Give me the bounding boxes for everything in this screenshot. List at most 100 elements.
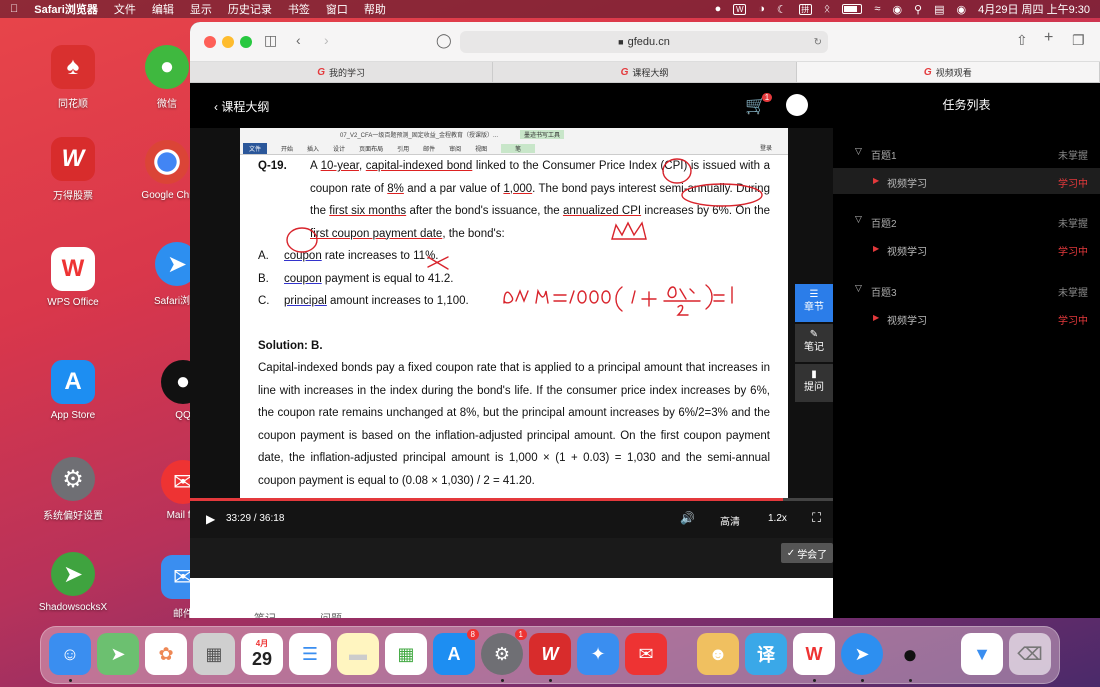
task-item-1[interactable]: ▶ 视频学习 学习中 xyxy=(833,168,1100,194)
word-doc-title: 07_V2_CFA一级百题预测_固定收益_金程教育（授课版）... xyxy=(340,133,499,139)
dock-downloads[interactable]: ▼ xyxy=(961,633,1003,675)
back-icon[interactable]: ‹ xyxy=(296,32,301,48)
clock-status-icon[interactable]: ◑ xyxy=(758,3,765,15)
sidebar-toggle-icon[interactable]: ◫ xyxy=(264,32,277,49)
minimize-window-button[interactable] xyxy=(222,36,234,48)
progress-bar[interactable] xyxy=(190,498,833,501)
dock-wind[interactable]: W xyxy=(529,633,571,675)
wps-icon: W xyxy=(805,643,823,664)
task-section-1[interactable]: ▽ 百题1 未掌握 xyxy=(833,140,1100,166)
menu-datetime[interactable]: 4月29日 周四 上午9:30 xyxy=(978,1,1090,17)
close-window-button[interactable] xyxy=(204,36,216,48)
fullscreen-icon[interactable]: ⛶ xyxy=(812,510,821,526)
dock-numbers[interactable]: ▦ xyxy=(385,633,427,675)
solution-label: Solution: B. xyxy=(258,339,323,352)
dock-maps[interactable]: ➤ xyxy=(97,633,139,675)
menu-window[interactable]: 窗口 xyxy=(326,1,348,17)
tab-video-watch[interactable]: G 视频观看 xyxy=(796,62,1100,82)
siri-icon[interactable]: ◉ xyxy=(957,3,967,16)
tab-my-learning[interactable]: G 我的学习 xyxy=(190,62,494,82)
desktop-icon-wind[interactable]: W 万得股票 xyxy=(33,137,113,202)
lock-icon: ■ xyxy=(618,37,624,47)
notes-button[interactable]: ✎ 笔记 xyxy=(795,324,833,362)
wps-icon: W xyxy=(51,247,95,291)
speed-button[interactable]: 1.2x xyxy=(768,513,787,524)
moon-icon[interactable]: ☾ xyxy=(777,3,787,16)
dock-qq[interactable]: ● xyxy=(889,633,931,675)
dock-calendar[interactable]: 4月 29 xyxy=(241,633,283,675)
running-indicator xyxy=(861,679,864,682)
dock-trash[interactable]: ⌫ xyxy=(1009,633,1051,675)
task-section-3[interactable]: ▽ 百题3 未掌握 xyxy=(833,277,1100,303)
task-item-3[interactable]: ▶ 视频学习 学习中 xyxy=(833,305,1100,331)
dock-characters[interactable]: ☻ xyxy=(697,633,739,675)
dock-launchpad[interactable]: ▦ xyxy=(193,633,235,675)
dock-mail[interactable]: ✉ xyxy=(625,633,667,675)
quality-button[interactable]: 高清 xyxy=(720,513,740,528)
option-a: A. coupon rate increases to 11%. xyxy=(258,250,439,262)
cart-icon[interactable]: 🛒 1 xyxy=(745,93,773,116)
dock-wps[interactable]: W xyxy=(793,633,835,675)
address-bar[interactable]: ■ gfedu.cn ↻ xyxy=(460,31,828,53)
input-method-icon[interactable]: 拼 xyxy=(798,3,812,15)
desktop-icon-tonghuashun[interactable]: ♠ 同花顺 xyxy=(33,45,113,110)
menu-app-name[interactable]: Safari浏览器 xyxy=(34,1,98,17)
dock-settings[interactable]: ⚙ 1 xyxy=(481,629,527,675)
option-b: B. coupon payment is equal to 41.2. xyxy=(258,272,454,285)
question-content: Q-19. A 10-year, capital-indexed bond li… xyxy=(240,155,788,492)
play-icon[interactable]: ▶ xyxy=(206,512,215,526)
forward-icon[interactable]: › xyxy=(324,32,329,48)
desktop-icon-wps[interactable]: W WPS Office xyxy=(33,247,113,308)
back-to-outline-link[interactable]: ‹ 课程大纲 xyxy=(214,98,269,115)
zoom-window-button[interactable] xyxy=(240,36,252,48)
menu-bookmarks[interactable]: 书签 xyxy=(288,1,310,17)
task-section-2[interactable]: ▽ 百题2 未掌握 xyxy=(833,208,1100,234)
app-store-icon: A xyxy=(51,360,95,404)
dock-translate[interactable]: 译 xyxy=(745,633,787,675)
share-icon[interactable]: ⇧ xyxy=(1016,32,1028,49)
bluetooth-icon[interactable]: ᛟ xyxy=(824,3,831,15)
search-icon[interactable]: ⚲ xyxy=(914,3,922,16)
menu-edit[interactable]: 编辑 xyxy=(152,1,174,17)
new-tab-icon[interactable]: + xyxy=(1044,29,1053,47)
dock-photos[interactable]: ✿ xyxy=(145,633,187,675)
wifi-icon[interactable]: ≈ xyxy=(874,3,880,15)
avatar[interactable] xyxy=(786,94,808,116)
ask-question-button[interactable]: ▮ 提问 xyxy=(795,364,833,402)
menu-view[interactable]: 显示 xyxy=(190,1,212,17)
menu-history[interactable]: 历史记录 xyxy=(228,1,272,17)
reload-icon[interactable]: ↻ xyxy=(814,37,822,48)
video-play-icon: ▶ xyxy=(873,176,880,185)
battery-icon[interactable] xyxy=(842,4,863,14)
tab-notes[interactable]: 笔记 xyxy=(254,610,276,618)
tab-course-outline[interactable]: G 课程大纲 xyxy=(493,62,797,82)
wps-status-icon[interactable]: W xyxy=(733,3,747,15)
tab-questions[interactable]: 问题 xyxy=(320,610,342,618)
dock-feishu[interactable]: ✦ xyxy=(577,633,619,675)
desktop-icon-shadowsocks[interactable]: ➤ ShadowsocksX xyxy=(33,552,113,613)
lark-icon: ✦ xyxy=(590,643,606,664)
chapter-button[interactable]: ☰ 章节 xyxy=(795,284,833,322)
dock-safari[interactable]: ➤ xyxy=(841,633,883,675)
maps-icon: ➤ xyxy=(110,643,126,664)
menu-file[interactable]: 文件 xyxy=(114,1,136,17)
privacy-shield-icon[interactable]: ◯ xyxy=(436,32,452,49)
desktop-icon-app-store[interactable]: A App Store xyxy=(33,360,113,421)
volume-icon[interactable]: 🔊 xyxy=(680,511,695,525)
desktop-icon-settings[interactable]: ⚙ 系统偏好设置 xyxy=(33,457,113,522)
dock-reminders[interactable]: ☰ xyxy=(289,633,331,675)
apple-icon[interactable]:  xyxy=(10,3,18,15)
browser-toolbar: ◫ ‹ › ◯ ■ gfedu.cn ↻ ⇧ + ❐ xyxy=(190,22,1100,62)
word-ribbon: 文件 开始 插入 设计 页面布局 引用 邮件 审阅 视图 笔 xyxy=(240,142,788,154)
dock-notes[interactable]: ▬ xyxy=(337,633,379,675)
user-icon[interactable]: ◉ xyxy=(892,3,902,16)
tab-overview-icon[interactable]: ❐ xyxy=(1072,32,1085,49)
control-center-icon[interactable]: ▤ xyxy=(934,3,944,16)
video-player[interactable]: 07_V2_CFA一级百题预测_固定收益_金程教育（授课版）... 墨迹书写工具… xyxy=(190,128,833,498)
task-item-2[interactable]: ▶ 视频学习 学习中 xyxy=(833,236,1100,262)
learned-button[interactable]: ✓ 学会了 xyxy=(781,543,833,563)
dock-app-store[interactable]: A8 xyxy=(433,629,479,675)
bell-icon[interactable]: ● xyxy=(715,3,722,15)
menu-help[interactable]: 帮助 xyxy=(364,1,386,17)
dock-finder[interactable]: ☺ xyxy=(49,633,91,675)
